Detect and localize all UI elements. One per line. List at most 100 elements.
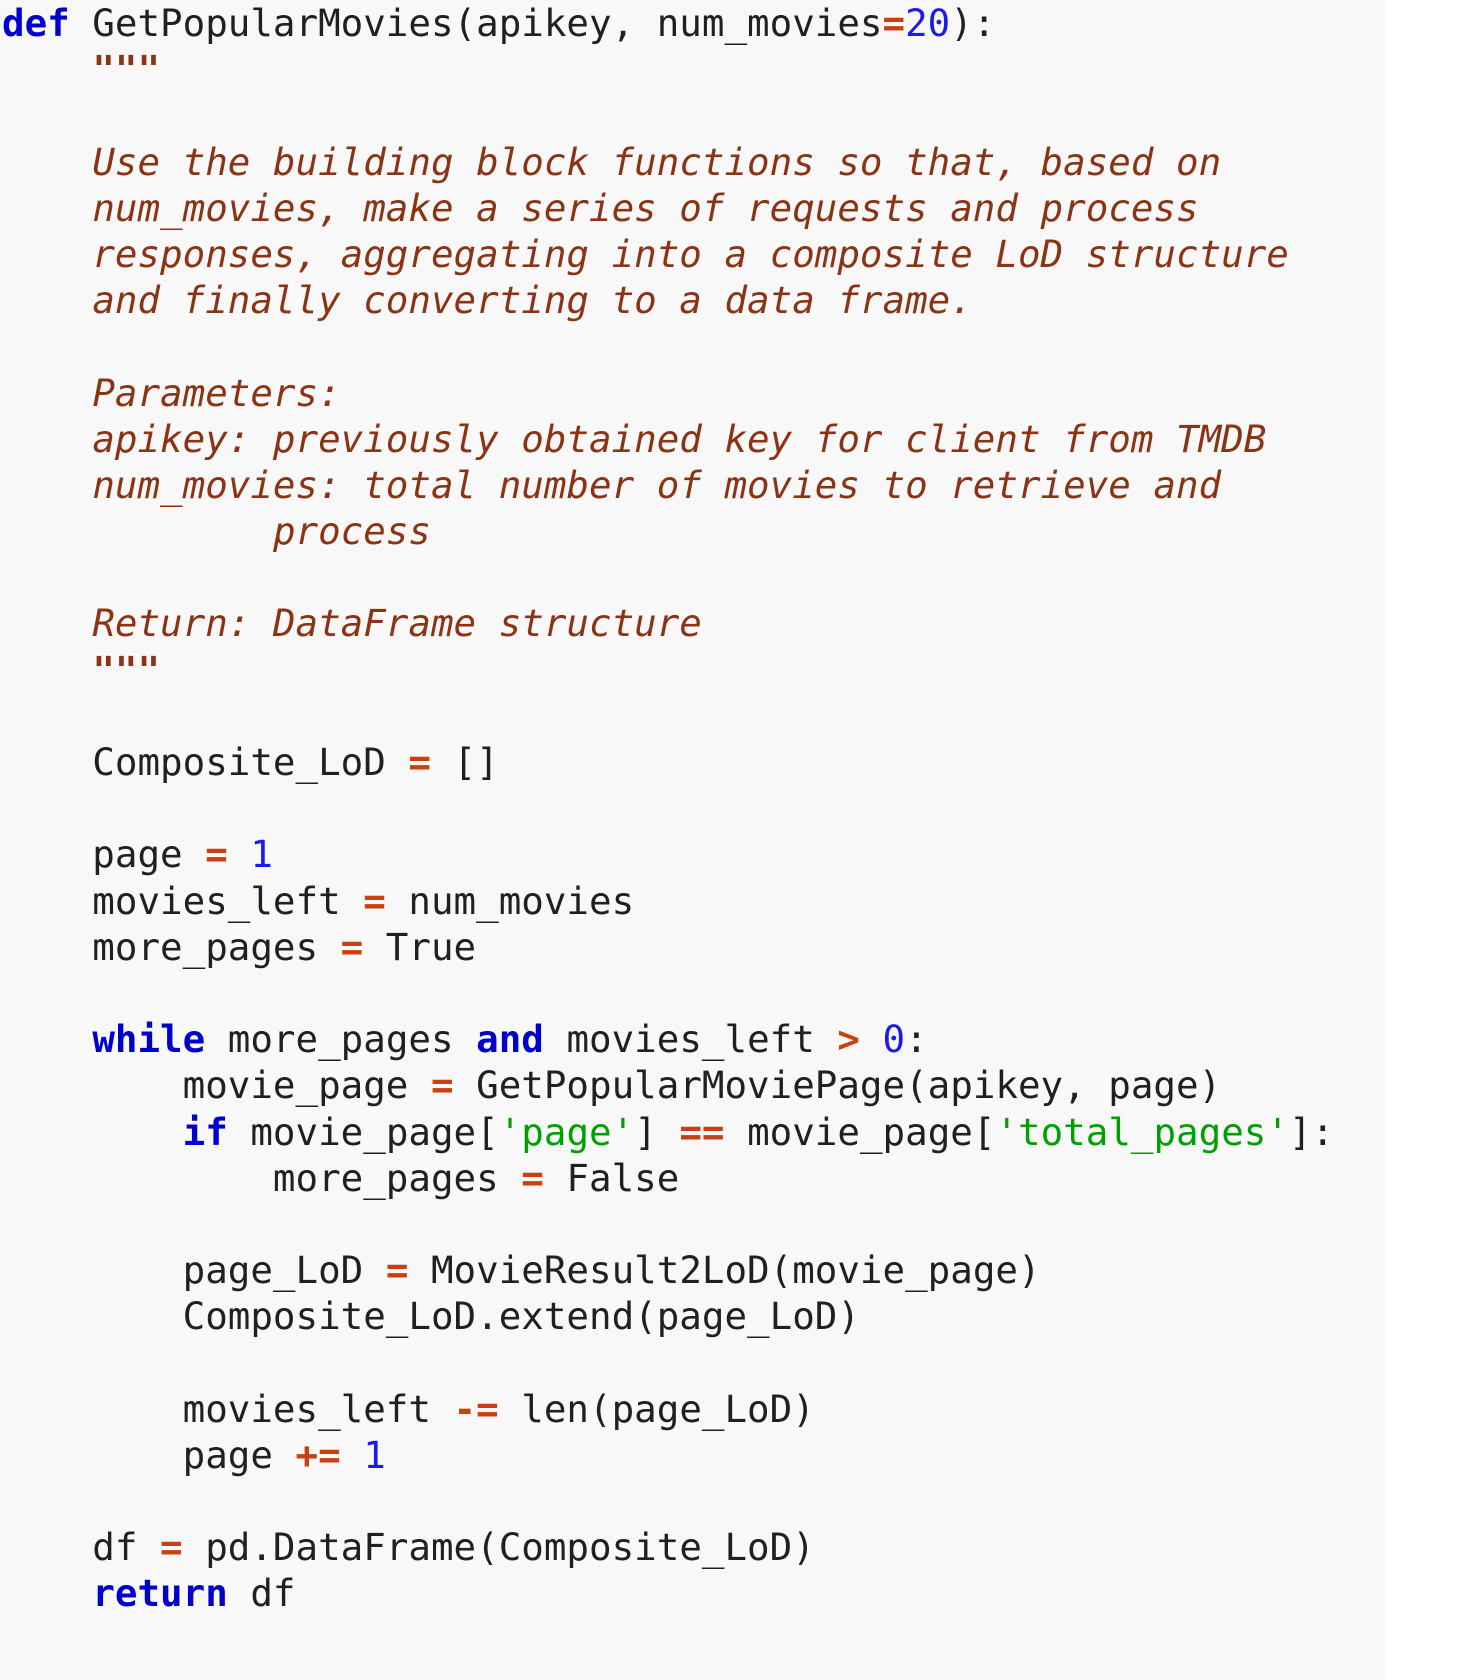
token-pl: pd.DataFrame(Composite_LoD)	[182, 1525, 815, 1570]
line-doc-return: Return: DataFrame structure	[0, 600, 1464, 646]
token-op: =	[521, 1155, 544, 1200]
line-doc-1: Use the building block functions so that…	[0, 139, 1464, 185]
line-blank-1	[0, 92, 1464, 138]
token-pl: movies_left	[2, 1386, 454, 1431]
line-blank-4	[0, 693, 1464, 739]
line-doc-4: and finally converting to a data frame.	[0, 277, 1464, 323]
token-pl: df	[227, 1571, 296, 1616]
line-while: while more_pages and movies_left > 0:	[0, 1016, 1464, 1062]
line-blank-3	[0, 554, 1464, 600]
token-pl: page	[2, 832, 206, 877]
line-def: def GetPopularMovies(apikey, num_movies=…	[0, 0, 1464, 46]
code-block: def GetPopularMovies(apikey, num_movies=…	[0, 0, 1464, 1617]
line-doc-params: Parameters:	[0, 370, 1464, 416]
token-op: =	[340, 924, 364, 969]
line-return: return df	[0, 1570, 1464, 1616]
token-pl: more_pages	[2, 924, 341, 969]
token-pl: page_LoD	[2, 1248, 386, 1293]
line-pagelod-assign: page_LoD = MovieResult2LoD(movie_page)	[0, 1247, 1464, 1293]
token-pl: :	[905, 1017, 928, 1062]
token-op: =	[363, 878, 386, 923]
token-doc: Parameters:	[92, 370, 341, 415]
code-surface: def GetPopularMovies(apikey, num_movies=…	[0, 0, 1464, 1680]
line-blank-2	[0, 323, 1464, 369]
line-moviesleft-init: movies_left = num_movies	[0, 878, 1464, 924]
token-kw: while	[92, 1017, 206, 1062]
token-pl: Composite_LoD.extend(page_LoD)	[2, 1294, 860, 1339]
token-doc: num_movies, make a series of requests an…	[92, 185, 1199, 230]
token-op: =	[430, 1063, 454, 1108]
token-doc: responses, aggregating into a composite …	[92, 231, 1289, 276]
token-str: 'page'	[498, 1109, 635, 1154]
token-op: >	[837, 1017, 860, 1062]
line-blank-5	[0, 785, 1464, 831]
line-morepages-init: more_pages = True	[0, 924, 1464, 970]
line-blank-8	[0, 1339, 1464, 1385]
token-op: =	[205, 832, 228, 877]
token-doc: process	[272, 509, 431, 554]
line-composite-init: Composite_LoD = []	[0, 739, 1464, 785]
token-doc: Return: DataFrame structure	[92, 601, 702, 646]
line-df-assign: df = pd.DataFrame(Composite_LoD)	[0, 1524, 1464, 1570]
token-pl: movies_left	[543, 1017, 838, 1062]
token-op: =	[160, 1525, 183, 1570]
token-pl: MovieResult2LoD(movie_page)	[408, 1248, 1041, 1293]
token-op: =	[385, 1248, 409, 1293]
token-pl: movie_page	[2, 1063, 431, 1108]
token-pl: num_movies	[385, 878, 635, 923]
token-pl: ]:	[1288, 1109, 1335, 1154]
token-doc: num_movies: total number of movies to re…	[92, 462, 1222, 507]
token-doc: apikey: previously obtained key for clie…	[92, 416, 1267, 461]
token-op: +=	[295, 1432, 341, 1477]
token-pl: True	[363, 924, 477, 969]
token-op: =	[408, 740, 431, 784]
token-doc: and finally converting to a data frame.	[92, 278, 973, 323]
line-page-increment: page += 1	[0, 1432, 1464, 1478]
token-op: ==	[679, 1109, 725, 1154]
python-code-listing[interactable]: def GetPopularMovies(apikey, num_movies=…	[0, 0, 1464, 1617]
token-kw: def	[2, 1, 70, 45]
token-kw: return	[92, 1571, 228, 1616]
token-pl: ]	[634, 1109, 680, 1154]
token-num: 1	[250, 832, 273, 877]
token-kw: if	[182, 1109, 228, 1154]
line-blank-9	[0, 1478, 1464, 1524]
line-doc-3: responses, aggregating into a composite …	[0, 231, 1464, 277]
line-doc-process: process	[0, 508, 1464, 554]
token-docq: """	[92, 647, 161, 692]
line-docstring-open: """	[0, 46, 1464, 92]
token-pl: len(page_LoD)	[498, 1386, 815, 1431]
token-pl: movies_left	[2, 878, 364, 923]
line-blank-7	[0, 1201, 1464, 1247]
line-morepages-false: more_pages = False	[0, 1155, 1464, 1201]
token-op: =	[882, 1, 906, 45]
token-pl: GetPopularMoviePage(apikey, page)	[453, 1063, 1222, 1108]
line-page-init: page = 1	[0, 831, 1464, 877]
token-pl: more_pages	[2, 1155, 522, 1200]
line-if-lastpage: if movie_page['page'] == movie_page['tot…	[0, 1109, 1464, 1155]
line-doc-2: num_movies, make a series of requests an…	[0, 185, 1464, 231]
token-op: -=	[453, 1386, 499, 1431]
line-doc-nummovies: num_movies: total number of movies to re…	[0, 462, 1464, 508]
token-kw: and	[476, 1017, 544, 1062]
token-num: 0	[882, 1017, 906, 1062]
token-pl: []	[430, 740, 499, 784]
token-pl: df	[2, 1525, 161, 1570]
token-str: 'total_pages'	[995, 1109, 1289, 1154]
token-pl: ):	[950, 1, 996, 45]
token-pl: False	[543, 1155, 680, 1200]
line-moviesleft-decrement: movies_left -= len(page_LoD)	[0, 1386, 1464, 1432]
token-pl: movie_page[	[724, 1109, 996, 1154]
